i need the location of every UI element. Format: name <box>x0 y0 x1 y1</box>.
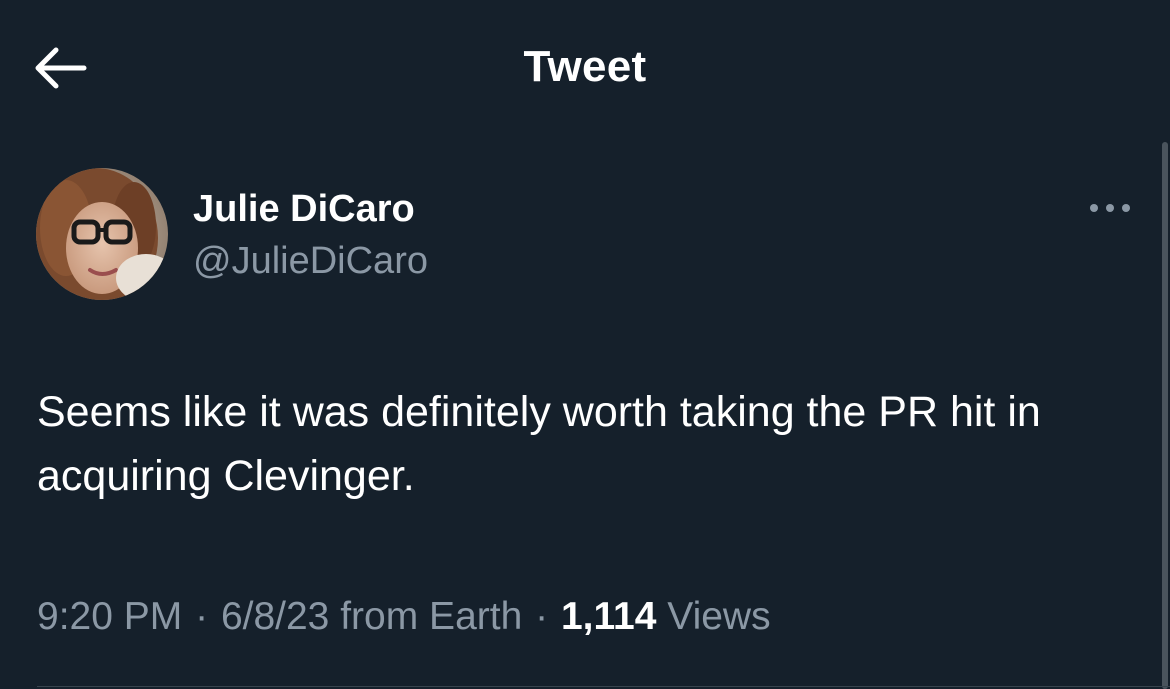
more-options-button[interactable] <box>1080 190 1140 226</box>
scrollbar[interactable] <box>1162 142 1168 689</box>
divider <box>37 686 1170 687</box>
views-label[interactable]: Views <box>667 595 770 638</box>
top-navigation-bar: Tweet <box>0 0 1170 134</box>
tweet-detail-screen: Tweet Julie DiCaro @JulieDiCaro Seems li… <box>0 0 1170 689</box>
author-avatar[interactable] <box>36 168 168 300</box>
tweet-time: 9:20 PM <box>37 595 183 638</box>
author-name[interactable]: Julie DiCaro <box>193 186 415 232</box>
tweet-metadata: 9:20 PM · 6/8/23 from Earth · 1,114 View… <box>37 592 771 642</box>
views-count[interactable]: 1,114 <box>561 595 656 638</box>
more-horizontal-icon <box>1090 204 1130 212</box>
author-handle[interactable]: @JulieDiCaro <box>193 238 428 284</box>
metadata-separator: · <box>195 595 209 638</box>
tweet-text: Seems like it was definitely worth takin… <box>37 388 1041 500</box>
page-title: Tweet <box>523 42 647 91</box>
avatar-photo <box>36 168 168 300</box>
tweet-date: 6/8/23 <box>220 595 330 638</box>
metadata-separator: · <box>535 595 549 638</box>
tweet-source: from Earth <box>340 595 523 638</box>
